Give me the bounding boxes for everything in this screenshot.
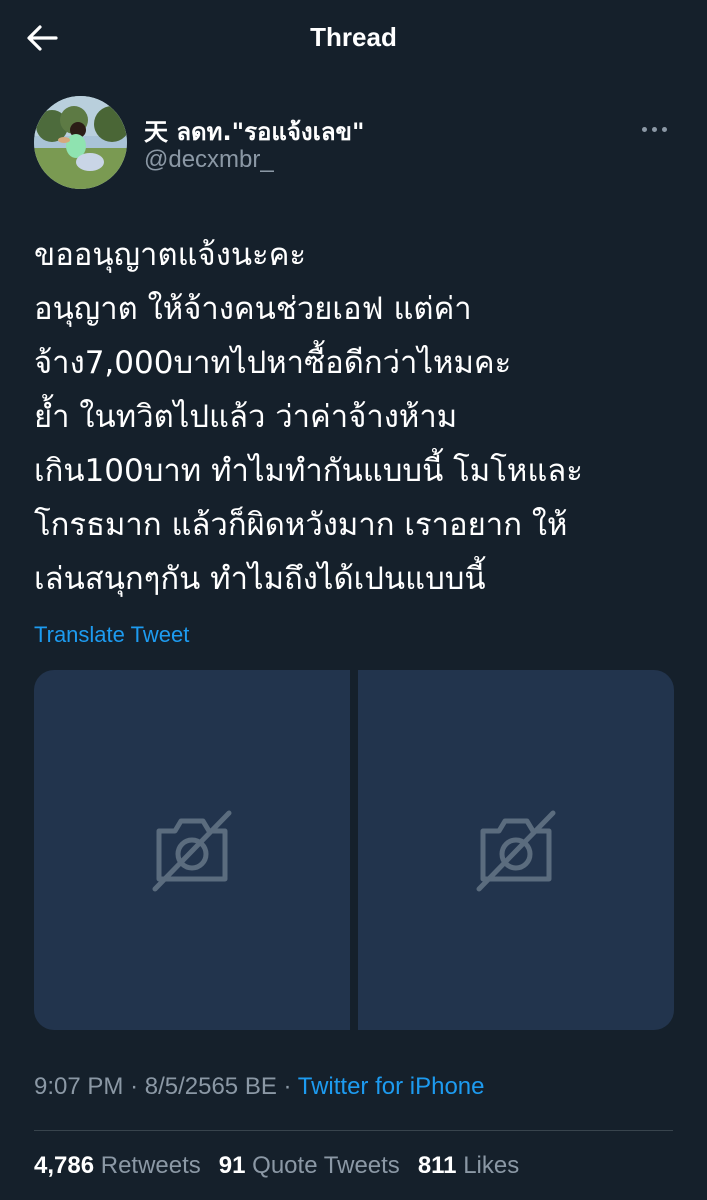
translate-tweet-link[interactable]: Translate Tweet [34,622,189,648]
likes-stat[interactable]: 811 Likes [418,1152,519,1180]
tweet-date: 8/5/2565 BE [144,1073,277,1100]
tweet-text-line: อนุญาต ให้จ้างคนช่วยเอฟ แต่ค่า [34,291,472,327]
more-options-button[interactable] [634,114,674,144]
meta-separator: · [130,1073,139,1100]
tweet-text-line: ย้ำ ในทวิตไปแล้ว ว่าค่าจ้างห้าม [34,399,458,435]
quote-tweets-stat[interactable]: 91 Quote Tweets [219,1152,400,1180]
tweet-text-line: ขออนุญาตแจ้งนะคะ [34,237,307,273]
image-unavailable-icon [152,810,232,892]
retweets-label: Retweets [100,1152,201,1179]
more-horizontal-icon [661,126,667,132]
tweet-stats: 4,786 Retweets 91 Quote Tweets 811 Likes [34,1152,519,1180]
image-unavailable-icon [476,810,556,892]
divider [34,1130,673,1131]
tweet-text-line: เล่นสนุกๆกัน ทำไมถึงได้เปนแบบนี้ [34,561,486,597]
page-title: Thread [310,22,397,52]
likes-count: 811 [417,1152,457,1179]
tweet-author: 天 ลดท."รอแจ้งเลข" @decxmbr_ [34,96,674,192]
retweets-stat[interactable]: 4,786 Retweets [34,1152,201,1180]
tweet-text-line: จ้าง7,000บาทไปหาซื้อดีกว่าไหมคะ [34,345,512,381]
author-handle[interactable]: @decxmbr_ [144,146,274,174]
likes-label: Likes [463,1152,520,1179]
top-bar: Thread [0,0,707,78]
quote-tweets-count: 91 [218,1152,246,1179]
media-grid [34,670,674,1030]
tweet-text-line: โกรธมาก แล้วก็ผิดหวังมาก เราอยาก ให้ [34,507,568,543]
quote-tweets-label: Quote Tweets [252,1152,400,1179]
tweet-time: 9:07 PM [34,1073,124,1100]
avatar-image [34,96,127,189]
tweet-text: ขออนุญาตแจ้งนะคะ อนุญาต ให้จ้างคนช่วยเอฟ… [34,228,684,606]
more-horizontal-icon [641,126,647,132]
tweet-text-line: เกิน100บาท ทำไมทำกันแบบนี้ โมโหและ [34,453,583,489]
meta-separator: · [283,1073,292,1100]
media-tile[interactable] [34,670,350,1030]
tweet-source-link[interactable]: Twitter for iPhone [298,1073,485,1100]
tweet-meta: 9:07 PM · 8/5/2565 BE · Twitter for iPho… [34,1073,485,1101]
retweets-count: 4,786 [34,1152,95,1179]
media-tile[interactable] [358,670,674,1030]
more-horizontal-icon [651,126,657,132]
avatar[interactable] [34,96,127,189]
